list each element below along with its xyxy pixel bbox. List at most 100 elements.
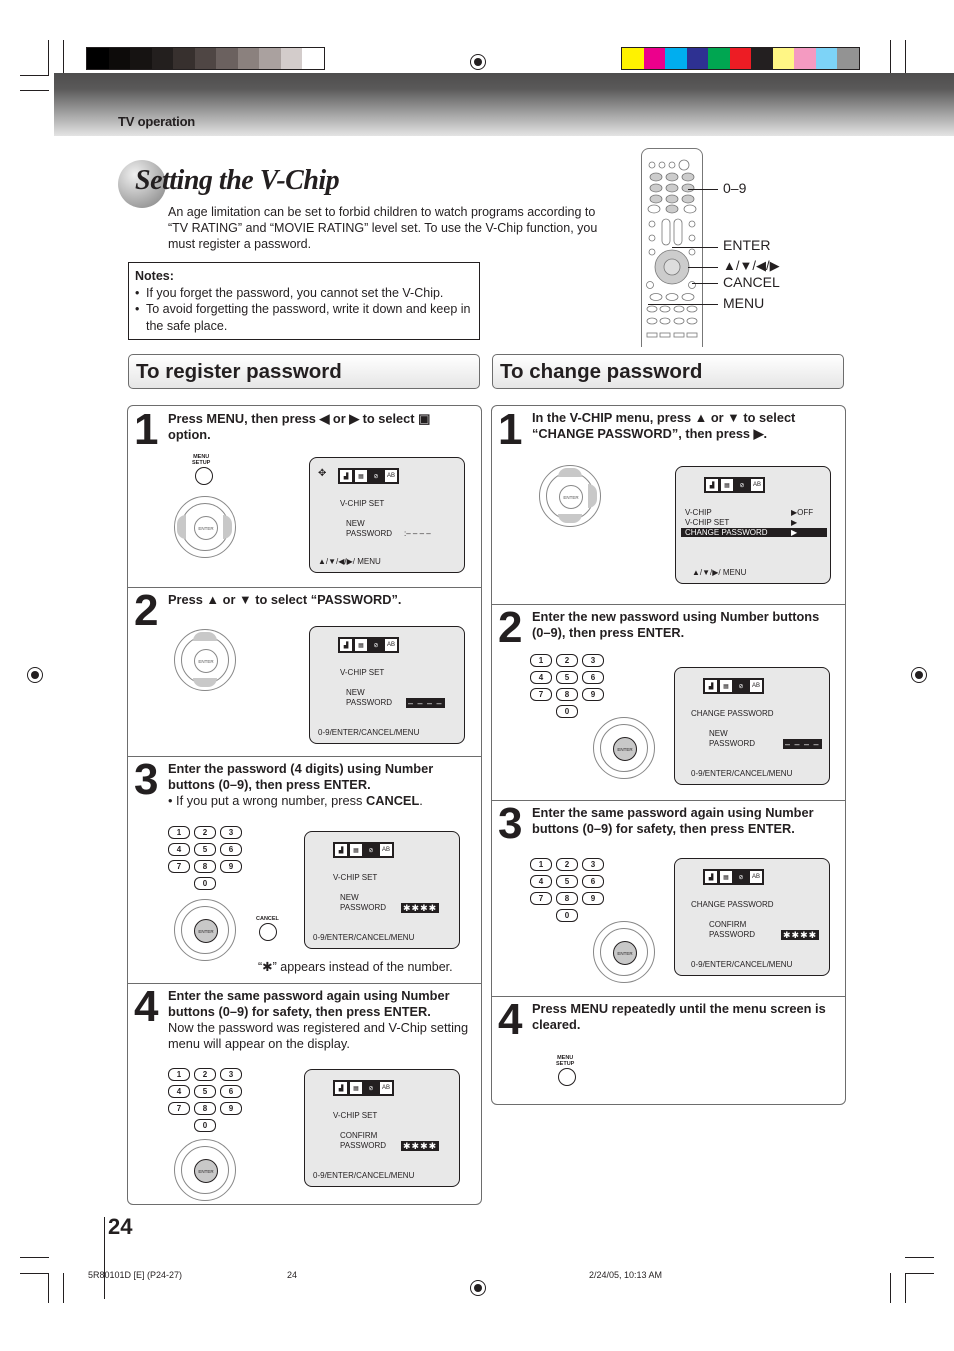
gray-swatch <box>173 48 195 69</box>
screen-footer: 0-9/ENTER/CANCEL/MENU <box>313 1171 415 1180</box>
tv-screen: ▟ ▦ ⊘ AB V-CHIP SET NEW PASSWORD ✱✱✱✱ 0-9/E… <box>304 831 460 949</box>
menu-setup-label: MENU SETUP <box>192 454 211 466</box>
number-button-8[interactable]: 8 <box>194 1102 216 1115</box>
screen-title: V-CHIP SET <box>333 873 378 882</box>
number-button-2[interactable]: 2 <box>194 826 216 839</box>
number-button-8[interactable]: 8 <box>556 688 578 701</box>
dpad-enter[interactable]: ENTER <box>593 921 655 983</box>
number-button-4[interactable]: 4 <box>168 1085 190 1098</box>
dpad-enter[interactable]: ENTER <box>593 717 655 779</box>
menu-setup-label: MENU SETUP <box>556 1055 575 1067</box>
cancel-button[interactable] <box>259 923 277 941</box>
color-swatch <box>622 48 644 69</box>
crop-mark <box>48 40 49 76</box>
register-step-1: 1 Press MENU, then press ◀ or ▶ to selec… <box>128 406 481 588</box>
channel-icon: ▦ <box>354 638 368 652</box>
password-field: – – – – <box>406 698 445 708</box>
number-button-6[interactable]: 6 <box>582 671 604 684</box>
enter-button[interactable]: ENTER <box>194 1159 218 1183</box>
number-button-9[interactable]: 9 <box>582 892 604 905</box>
step-number: 3 <box>498 799 523 848</box>
number-button-4[interactable]: 4 <box>530 671 552 684</box>
number-button-9[interactable]: 9 <box>220 860 242 873</box>
enter-button[interactable]: ENTER <box>559 485 583 509</box>
vchip-icon: ⊘ <box>734 679 748 693</box>
crop-mark <box>890 40 891 76</box>
number-button-2[interactable]: 2 <box>556 858 578 871</box>
gray-calibration-bar <box>86 47 325 70</box>
picture-icon: ▟ <box>705 478 719 492</box>
screen-label: PASSWORD <box>346 698 393 707</box>
number-button-0[interactable]: 0 <box>194 1119 216 1132</box>
number-button-0[interactable]: 0 <box>556 705 578 718</box>
number-button-7[interactable]: 7 <box>530 892 552 905</box>
number-button-5[interactable]: 5 <box>194 843 216 856</box>
screen-label: NEW <box>340 893 359 902</box>
number-button-3[interactable]: 3 <box>220 826 242 839</box>
number-button-7[interactable]: 7 <box>530 688 552 701</box>
register-step-4: 4 Enter the same password again using Nu… <box>128 983 481 1204</box>
menu-row-change-password-selected[interactable]: CHANGE PASSWORD ▶ <box>681 528 827 537</box>
number-button-2[interactable]: 2 <box>556 654 578 667</box>
number-button-3[interactable]: 3 <box>582 858 604 871</box>
number-button-1[interactable]: 1 <box>168 826 190 839</box>
menu-icon-bar: ▟ ▦ ⊘ AB <box>333 1080 394 1096</box>
menu-row-vchip-set[interactable]: V-CHIP SET ▶ <box>685 518 817 527</box>
dpad-left-right[interactable]: ENTER <box>174 496 236 558</box>
step-instruction: Press MENU, then press ◀ or ▶ to select … <box>168 411 431 442</box>
number-button-9[interactable]: 9 <box>582 688 604 701</box>
crop-mark <box>63 1273 64 1303</box>
abcd-icon: AB <box>384 469 398 483</box>
menu-row-vchip[interactable]: V-CHIP ▶OFF <box>685 508 817 517</box>
register-steps-panel: 1 Press MENU, then press ◀ or ▶ to selec… <box>127 405 482 1205</box>
enter-button[interactable]: ENTER <box>613 941 637 965</box>
number-button-7[interactable]: 7 <box>168 860 190 873</box>
menu-setup-button[interactable] <box>195 467 213 485</box>
number-button-5[interactable]: 5 <box>194 1085 216 1098</box>
number-button-0[interactable]: 0 <box>556 909 578 922</box>
crop-mark <box>905 40 906 76</box>
gray-swatch <box>130 48 152 69</box>
number-button-6[interactable]: 6 <box>220 1085 242 1098</box>
dpad-enter[interactable]: ENTER <box>174 899 236 961</box>
menu-icon-bar: ▟ ▦ ⊘ AB <box>333 842 394 858</box>
number-button-9[interactable]: 9 <box>220 1102 242 1115</box>
gray-swatch <box>194 48 216 69</box>
enter-button[interactable]: ENTER <box>194 516 218 540</box>
enter-button[interactable]: ENTER <box>613 737 637 761</box>
screen-title: CHANGE PASSWORD <box>691 709 774 718</box>
number-button-5[interactable]: 5 <box>556 671 578 684</box>
number-button-8[interactable]: 8 <box>194 860 216 873</box>
number-button-3[interactable]: 3 <box>220 1068 242 1081</box>
number-buttons: 123 456 7890 <box>168 1068 242 1132</box>
dpad-enter[interactable]: ENTER <box>174 1139 236 1201</box>
registration-mark-icon <box>911 667 927 683</box>
dpad-up-down-right[interactable]: ENTER <box>539 465 601 527</box>
number-button-1[interactable]: 1 <box>530 654 552 667</box>
number-button-6[interactable]: 6 <box>582 875 604 888</box>
number-button-5[interactable]: 5 <box>556 875 578 888</box>
dpad-up-down[interactable]: ENTER <box>174 629 236 691</box>
enter-button[interactable]: ENTER <box>194 919 218 943</box>
number-button-4[interactable]: 4 <box>530 875 552 888</box>
abcd-icon: AB <box>750 478 764 492</box>
number-button-4[interactable]: 4 <box>168 843 190 856</box>
change-password-heading: To change password <box>492 354 844 389</box>
callout-line <box>692 283 718 284</box>
number-button-3[interactable]: 3 <box>582 654 604 667</box>
menu-icon-bar: ▟ ▦ ⊘ AB <box>338 468 399 484</box>
menu-setup-button[interactable] <box>558 1068 576 1086</box>
number-button-1[interactable]: 1 <box>530 858 552 871</box>
number-button-0[interactable]: 0 <box>194 877 216 890</box>
number-button-7[interactable]: 7 <box>168 1102 190 1115</box>
number-button-2[interactable]: 2 <box>194 1068 216 1081</box>
number-button-1[interactable]: 1 <box>168 1068 190 1081</box>
enter-button[interactable]: ENTER <box>194 649 218 673</box>
number-button-6[interactable]: 6 <box>220 843 242 856</box>
remote-label-arrows: ▲/▼/◀/▶ <box>723 258 780 273</box>
screen-title: V-CHIP SET <box>340 668 385 677</box>
number-buttons: 123 456 7890 <box>168 826 242 890</box>
gray-swatch <box>237 48 259 69</box>
menu-icon-bar: ▟ ▦ ⊘ AB <box>703 869 764 885</box>
number-button-8[interactable]: 8 <box>556 892 578 905</box>
